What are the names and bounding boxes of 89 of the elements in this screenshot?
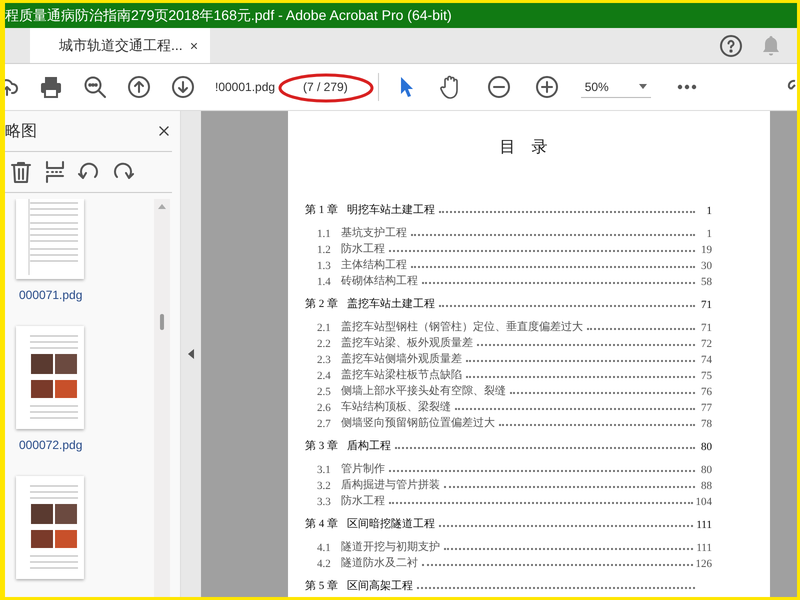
trash-icon[interactable]	[9, 160, 33, 184]
section-title: 盖挖车站梁柱板节点缺陷	[341, 368, 462, 382]
scroll-thumb[interactable]	[160, 314, 164, 330]
arrow-up-icon[interactable]	[127, 75, 151, 99]
page-number: 78	[700, 418, 712, 430]
section-title: 侧墙竖向预留钢筋位置偏差过大	[341, 416, 495, 430]
page-number: 88	[700, 480, 712, 492]
chapter-number: 第 4 章	[305, 516, 339, 531]
section-title: 隧道开挖与初期支护	[341, 540, 440, 554]
section-number: 2.2	[317, 338, 332, 350]
page-extract-icon[interactable]	[43, 160, 67, 184]
section-title: 侧墙上部水平接头处有空隙、裂缝	[341, 384, 506, 398]
section-title: 车站结构顶板、梁裂缝	[341, 400, 451, 414]
section-title: 盖挖车站侧墙外观质量差	[341, 352, 462, 366]
chapter-title: 区间高架工程	[347, 578, 413, 593]
section-number: 1.2	[317, 244, 332, 256]
chapter-title: 区间暗挖隧道工程	[347, 516, 435, 531]
more-icon[interactable]	[676, 84, 697, 90]
section-title: 防水工程	[341, 494, 385, 508]
section-number: 2.4	[317, 370, 332, 382]
section-title: 主体结构工程	[341, 258, 407, 272]
section-number: 2.7	[317, 418, 332, 430]
page-count: (7 / 279)	[303, 80, 348, 94]
section-title: 盖挖车站梁、板外观质量差	[341, 336, 473, 350]
page-thumbnail[interactable]	[16, 199, 84, 279]
chapter-number: 第 5 章	[305, 578, 339, 593]
chapter-number: 第 1 章	[305, 202, 339, 217]
print-icon[interactable]	[39, 75, 63, 99]
page-number: 58	[700, 276, 712, 288]
section-number: 1.1	[317, 228, 332, 240]
chapter-title: 盖挖车站土建工程	[347, 296, 435, 311]
page-number: 111	[696, 519, 712, 531]
scrollbar[interactable]	[154, 199, 170, 597]
section-title: 盾构掘进与管片拼装	[341, 478, 440, 492]
section-title: 管片制作	[341, 462, 385, 476]
section-number: 2.3	[317, 354, 332, 366]
panel-title: 略图	[5, 122, 37, 142]
section-number: 2.5	[317, 386, 332, 398]
section-number: 2.1	[317, 322, 332, 334]
section-number: 3.1	[317, 464, 332, 476]
page-thumbnail[interactable]	[16, 476, 84, 579]
collapse-icon[interactable]	[188, 349, 194, 359]
chapter-title: 盾构工程	[347, 439, 391, 453]
section-number: 1.4	[317, 276, 332, 288]
section-number: 2.6	[317, 402, 332, 414]
page-number: 19	[700, 244, 712, 256]
document-tab[interactable]: 城市轨道交通工程...	[30, 28, 210, 63]
section-number: 1.3	[317, 260, 332, 272]
pointer-tool-icon[interactable]	[398, 75, 415, 99]
section-title: 基坑支护工程	[341, 226, 407, 240]
page-thumbnail[interactable]	[16, 326, 84, 429]
zoom-dropdown[interactable]: 50%	[580, 76, 651, 98]
section-number: 3.2	[317, 480, 332, 492]
caret-icon[interactable]	[638, 84, 647, 89]
page-number: 71	[700, 322, 712, 334]
page-number: 72	[700, 338, 712, 350]
page-number: 80	[700, 464, 712, 476]
page-number: 75	[700, 370, 712, 382]
search-icon[interactable]	[83, 75, 107, 99]
section-number: 4.1	[317, 542, 332, 554]
section-title: 隧道防水及二衬	[341, 556, 418, 570]
section-title: 防水工程	[341, 242, 385, 256]
section-title: 盖挖车站型钢柱（钢管柱）定位、垂直度偏差过大	[341, 320, 583, 334]
section-number: 4.2	[317, 558, 332, 570]
zoom-out-icon[interactable]	[486, 75, 511, 99]
page-number: 1	[706, 228, 712, 240]
thumbnail-label[interactable]: 000071.pdg	[19, 288, 82, 302]
zoom-in-icon[interactable]	[534, 75, 559, 99]
page-field[interactable]: !00001.pdg	[215, 80, 281, 94]
arrow-down-icon[interactable]	[171, 75, 195, 99]
page-number: 1	[706, 205, 712, 217]
page-number: 111	[696, 542, 712, 554]
chapter-number: 第 2 章	[305, 296, 339, 311]
page-number: 30	[700, 260, 712, 272]
chapter-title: 明挖车站土建工程	[347, 203, 435, 217]
page-number: 126	[696, 558, 712, 570]
thumbnail-label[interactable]: 000072.pdg	[19, 438, 82, 452]
page-number: 104	[696, 496, 712, 508]
window-title: 程质量通病防治指南279页2018年168元.pdf - Adobe Acrobat Pro (64-bit)	[5, 6, 452, 24]
help-icon[interactable]	[719, 34, 743, 58]
section-number: 3.3	[317, 496, 332, 508]
page-number: 71	[700, 299, 712, 311]
section-title: 砖砌体结构工程	[341, 274, 418, 288]
page-number: 74	[700, 354, 712, 366]
chapter-number: 第 3 章	[305, 438, 339, 453]
toc-heading: 目 录	[498, 138, 548, 158]
page-number: 77	[700, 402, 712, 414]
page-number: 80	[700, 441, 712, 453]
page-number: 76	[700, 386, 712, 398]
